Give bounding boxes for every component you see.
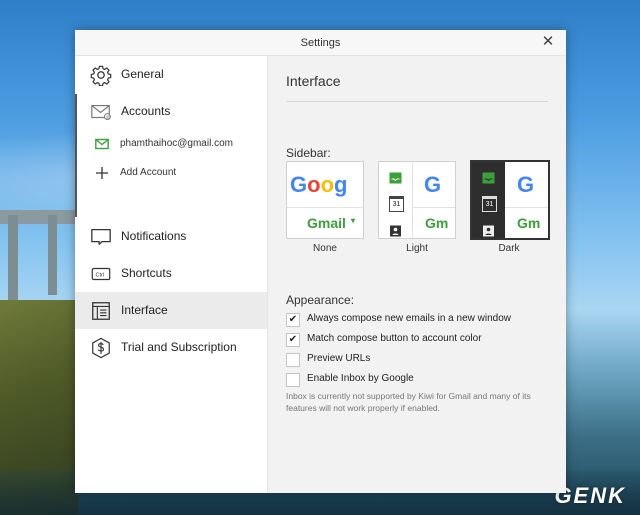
sidebar-item-label: Shortcuts [121,266,172,280]
plus-icon [96,167,108,179]
inbox-warning-note: Inbox is currently not supported by Kiwi… [286,391,531,413]
account-item[interactable]: phamthaihoc@gmail.com [75,130,267,158]
add-account-button[interactable]: Add Account [75,159,267,187]
preview-gmail-bar: Gm [413,207,455,238]
sidebar-option-dark[interactable]: 31 G Gm [470,160,550,240]
dark-sidebar-strip: 31 [472,162,505,238]
svg-text:Ctrl: Ctrl [96,272,105,278]
sidebar-option-none[interactable]: Goog Gmail ▾ [286,161,364,239]
contacts-icon [483,225,494,237]
option-preview-urls[interactable]: Preview URLs [286,352,556,370]
close-icon: ✕ [541,33,555,50]
settings-sidebar: General @ Accounts phamthaihoc@gmail.com… [75,56,268,493]
interface-panel: Interface Sidebar: Goog Gmail ▾ None 31 [268,56,566,493]
window-title: Settings [300,37,341,49]
gear-icon [90,65,112,86]
preview-google-text: Goog [290,172,348,197]
sidebar-item-general[interactable]: General [75,56,267,93]
close-button[interactable]: ✕ [540,34,556,50]
light-sidebar-strip: 31 [379,162,413,238]
checkbox[interactable] [286,373,300,387]
calendar-icon: 31 [389,196,404,212]
settings-window: Settings ✕ General @ Accounts phamthaiho… [75,30,566,493]
option-label: Always compose new emails in a new windo… [307,313,511,324]
preview-google-text: G [517,172,535,197]
layout-icon [92,302,110,320]
page-title: Interface [286,73,341,89]
option-label: Match compose button to account color [307,333,482,344]
keyboard-ctrl-icon: Ctrl [91,267,111,281]
option-label: Enable Inbox by Google [307,373,414,384]
title-bar: Settings ✕ [75,30,566,56]
preview-gmail-bar: Gm [505,207,548,238]
appearance-section-label: Appearance: [286,293,355,307]
sidebar-item-label: Interface [121,303,168,317]
checkbox[interactable]: ✔ [286,333,300,347]
sidebar-item-subscription[interactable]: Trial and Subscription [75,329,267,366]
account-email: phamthaihoc@gmail.com [120,138,233,149]
contacts-icon [390,225,401,237]
sidebar-section-label: Sidebar: [286,146,331,160]
calendar-icon: 31 [482,196,497,212]
checkbox[interactable] [286,353,300,367]
divider [286,101,548,102]
svg-text:@: @ [106,114,111,119]
option-label: Preview URLs [307,353,371,364]
add-account-label: Add Account [120,167,177,178]
inbox-icon [389,172,402,184]
option-enable-inbox[interactable]: Enable Inbox by Google [286,372,556,390]
caret-down-icon: ▾ [351,216,356,225]
sidebar-item-shortcuts[interactable]: Ctrl Shortcuts [75,255,267,292]
sidebar-item-label: General [121,67,164,81]
option-compose-new-window[interactable]: ✔ Always compose new emails in a new win… [286,312,556,330]
inbox-icon [482,172,495,184]
sidebar-item-interface[interactable]: Interface [75,292,267,329]
speech-bubble-icon [91,229,111,245]
sidebar-item-label: Trial and Subscription [121,340,237,354]
preview-gmail-bar: Gmail ▾ [287,207,363,238]
sidebar-item-label: Notifications [121,229,187,243]
sidebar-item-notifications[interactable]: Notifications [75,218,267,255]
background-pier-post [8,215,18,305]
checkbox[interactable]: ✔ [286,313,300,327]
sidebar-option-caption: Light [406,243,428,254]
envelope-icon: @ [91,104,111,121]
background-pier-post [48,215,57,295]
sidebar-option-light[interactable]: 31 G Gm [378,161,456,239]
sidebar-option-caption: Dark [498,243,520,254]
mail-icon [95,138,109,150]
sidebar-item-label: Accounts [121,104,171,118]
sidebar-item-accounts[interactable]: @ Accounts [75,93,267,130]
preview-google-text: G [424,172,442,197]
option-match-compose-color[interactable]: ✔ Match compose button to account color [286,332,556,350]
dollar-icon [92,337,110,359]
sidebar-option-caption: None [313,243,337,254]
